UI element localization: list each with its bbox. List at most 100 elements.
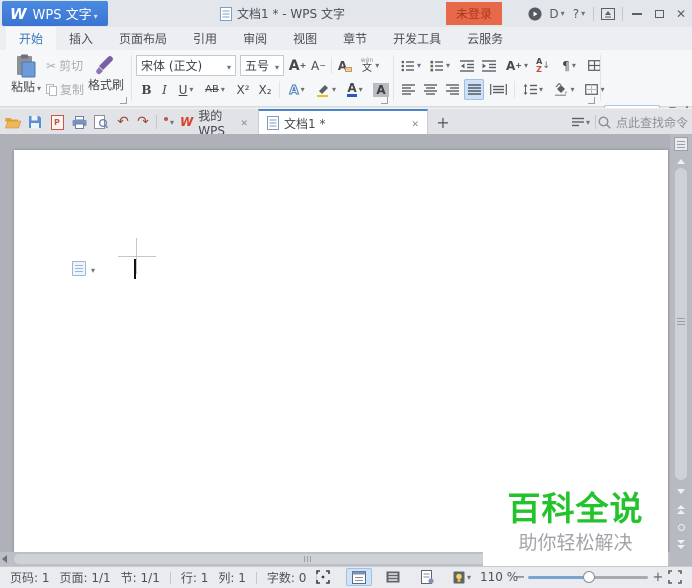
strikethrough-button[interactable]: AB xyxy=(200,79,230,100)
scroll-down-button[interactable] xyxy=(670,484,692,499)
fit-page-button[interactable] xyxy=(668,570,682,584)
table-grid-button[interactable] xyxy=(584,55,604,76)
shrink-font-button[interactable]: A − xyxy=(309,55,328,76)
tab-page-layout[interactable]: 页面布局 xyxy=(106,27,180,50)
selection-mode-icon[interactable] xyxy=(316,570,330,584)
skin-center-button[interactable]: D xyxy=(546,3,568,25)
align-right-button[interactable] xyxy=(442,79,462,100)
align-center-button[interactable] xyxy=(420,79,440,100)
help-button[interactable]: ? xyxy=(568,3,590,25)
wps-app-menu-button[interactable]: W WPS 文字 xyxy=(2,1,108,26)
print-preview-button[interactable] xyxy=(92,113,110,131)
char-scale-button[interactable]: A + xyxy=(503,55,531,76)
line-spacing-button[interactable] xyxy=(519,79,547,100)
status-column[interactable]: 列: 1 xyxy=(218,569,246,586)
close-tab-icon[interactable] xyxy=(411,116,419,130)
justify-button[interactable] xyxy=(464,79,484,100)
status-line[interactable]: 行: 1 xyxy=(181,569,209,586)
outline-view-button[interactable] xyxy=(380,568,406,586)
open-button[interactable] xyxy=(4,113,22,131)
status-word-count[interactable]: 字数: 0 xyxy=(267,569,307,586)
highlight-color-button[interactable] xyxy=(312,79,340,100)
tab-references[interactable]: 引用 xyxy=(180,27,230,50)
underline-button[interactable]: U xyxy=(174,79,198,100)
cut-button[interactable]: ✂ 剪切 xyxy=(46,57,83,74)
align-left-button[interactable] xyxy=(398,79,418,100)
maximize-button[interactable] xyxy=(648,3,670,25)
tab-document1[interactable]: 文档1 * xyxy=(258,109,428,135)
clipboard-dialog-launcher[interactable] xyxy=(120,97,127,104)
status-section[interactable]: 节: 1/1 xyxy=(121,569,160,586)
shading-button[interactable] xyxy=(550,79,578,100)
minimize-button[interactable] xyxy=(626,3,648,25)
bullet-list-icon xyxy=(401,60,414,71)
read-layout-button[interactable] xyxy=(414,568,440,586)
scroll-up-button[interactable] xyxy=(670,154,692,169)
close-tab-icon[interactable] xyxy=(240,115,248,129)
format-painter-button[interactable]: 格式刷 xyxy=(86,54,126,93)
paragraph-dialog-launcher[interactable] xyxy=(588,97,595,104)
numbering-button[interactable] xyxy=(427,55,453,76)
tab-view[interactable]: 视图 xyxy=(280,27,330,50)
export-pdf-button[interactable]: P xyxy=(48,113,66,131)
superscript-button[interactable]: X² xyxy=(233,79,253,100)
tab-section[interactable]: 章节 xyxy=(330,27,380,50)
borders-button[interactable] xyxy=(581,79,609,100)
print-button[interactable] xyxy=(70,113,88,131)
font-dialog-launcher[interactable] xyxy=(381,97,388,104)
font-color-button[interactable]: A xyxy=(342,79,368,100)
show-marks-button[interactable]: ¶ xyxy=(556,55,582,76)
tab-home[interactable]: 开始 xyxy=(6,27,57,50)
decrease-indent-button[interactable] xyxy=(457,55,477,76)
tab-developer[interactable]: 开发工具 xyxy=(380,27,454,50)
zoom-slider-handle[interactable] xyxy=(583,571,595,583)
group-separator xyxy=(131,55,132,101)
vertical-scroll-thumb[interactable] xyxy=(675,168,687,480)
smart-tag-button[interactable] xyxy=(72,261,95,276)
pinyin-guide-button[interactable]: wén 文 xyxy=(357,55,383,76)
text-effects-button[interactable]: A xyxy=(284,79,310,100)
wps-red-logo-icon: W xyxy=(180,115,194,129)
status-pages[interactable]: 页面: 1/1 xyxy=(60,569,111,586)
grow-font-button[interactable]: A + xyxy=(288,55,307,76)
tab-list-button[interactable] xyxy=(572,113,590,131)
tab-insert[interactable]: 插入 xyxy=(56,27,106,50)
zoom-out-button[interactable]: − xyxy=(512,566,528,588)
paste-button[interactable]: 粘贴 xyxy=(8,54,44,95)
tab-review[interactable]: 审阅 xyxy=(230,27,280,50)
new-tab-button[interactable] xyxy=(434,113,452,131)
collapse-ribbon-button[interactable] xyxy=(597,3,619,25)
clear-format-button[interactable]: A xyxy=(335,55,355,76)
vertical-scrollbar[interactable] xyxy=(670,134,692,566)
bold-button[interactable]: B xyxy=(138,79,155,100)
login-button[interactable]: 未登录 xyxy=(446,2,502,25)
ruler-toggle-button[interactable] xyxy=(674,137,688,151)
paint-bucket-icon xyxy=(555,83,568,96)
save-button[interactable] xyxy=(26,113,44,131)
subscript-button[interactable]: X₂ xyxy=(255,79,275,100)
font-family-select[interactable]: 宋体 (正文) xyxy=(136,55,236,76)
scroll-left-button[interactable] xyxy=(2,555,7,563)
page-view-button[interactable] xyxy=(346,568,372,586)
tab-cloud[interactable]: 云服务 xyxy=(454,27,516,50)
command-search[interactable]: 点此查找命令 xyxy=(598,113,688,131)
separator xyxy=(514,81,515,98)
work-circle-icon[interactable] xyxy=(524,3,546,25)
tab-my-wps[interactable]: W 我的WPS xyxy=(172,109,256,138)
italic-button[interactable]: I xyxy=(157,79,172,100)
distribute-button[interactable] xyxy=(486,79,510,100)
sort-button[interactable]: A Z ↓ xyxy=(533,55,553,76)
bullets-button[interactable] xyxy=(398,55,424,76)
redo-button[interactable]: ↷ xyxy=(134,113,152,131)
copy-button[interactable]: 复制 xyxy=(46,81,84,98)
status-page-number[interactable]: 页码: 1 xyxy=(10,569,50,586)
undo-button[interactable]: ↶ xyxy=(114,113,132,131)
increase-indent-button[interactable] xyxy=(479,55,499,76)
font-size-select[interactable]: 五号 xyxy=(240,55,284,76)
eye-protection-button[interactable] xyxy=(446,568,478,586)
select-browse-object-button[interactable] xyxy=(670,520,692,535)
close-button[interactable] xyxy=(670,3,692,25)
previous-page-button[interactable] xyxy=(670,502,692,517)
zoom-in-button[interactable]: + xyxy=(650,566,666,588)
next-page-button[interactable] xyxy=(670,537,692,552)
